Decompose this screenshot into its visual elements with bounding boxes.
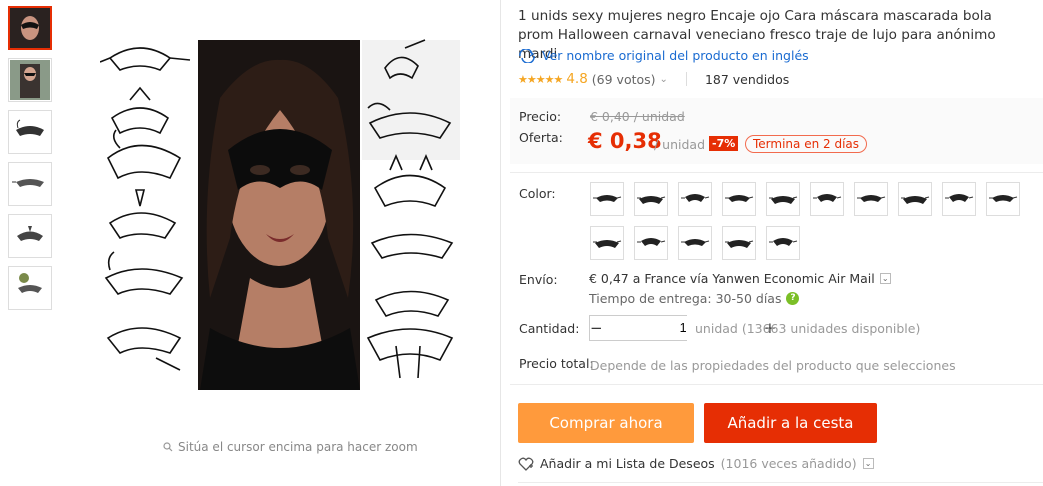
color-swatch[interactable] (678, 226, 712, 260)
wishlist-count: (1016 veces añadido) (720, 456, 857, 471)
quantity-label: Cantidad: (519, 321, 580, 336)
rating-value: 4.8 (566, 71, 588, 87)
color-swatch[interactable] (634, 182, 668, 216)
translate-icon (519, 48, 535, 63)
wishlist-text[interactable]: Añadir a mi Lista de Deseos (540, 456, 715, 471)
divider (510, 384, 1043, 385)
color-swatch[interactable] (678, 182, 712, 216)
color-swatch[interactable] (810, 182, 844, 216)
quantity-available: unidad (13663 unidades disponible) (695, 321, 921, 336)
color-swatch[interactable] (766, 182, 800, 216)
price-label: Precio: (519, 109, 562, 124)
total-value: Depende de las propiedades del producto … (590, 358, 956, 373)
column-divider (500, 0, 501, 486)
delivery-time: Tiempo de entrega: 30-50 días ? (589, 291, 800, 306)
decrease-button[interactable]: − (590, 316, 603, 340)
quantity-stepper: − + (589, 315, 776, 341)
color-swatch[interactable] (590, 182, 624, 216)
color-swatch[interactable] (766, 226, 800, 260)
thumbnail[interactable] (8, 110, 52, 154)
buy-now-button[interactable]: Comprar ahora (518, 403, 694, 443)
wishlist-link[interactable]: Añadir a mi Lista de Deseos (1016 veces … (518, 456, 874, 471)
offer-price: € 0,38 (588, 129, 662, 153)
old-price: € 0,40 / unidad (590, 109, 685, 124)
shipping-text: € 0,47 a France vía Yanwen Economic Air … (589, 271, 875, 286)
chevron-down-icon[interactable]: ⌄ (879, 273, 891, 284)
total-label: Precio total: (519, 356, 594, 371)
main-product-image[interactable] (99, 38, 460, 390)
color-swatch[interactable] (854, 182, 888, 216)
zoom-hint-text: Sitúa el cursor encima para hacer zoom (178, 440, 418, 454)
chevron-down-icon[interactable]: ⌄ (660, 74, 668, 85)
color-label: Color: (519, 186, 556, 201)
chevron-down-icon[interactable]: ⌄ (862, 458, 874, 469)
shipping-label: Envío: (519, 272, 558, 287)
color-swatch[interactable] (898, 182, 932, 216)
price-unit: / unidad (654, 137, 706, 152)
rating-row: ★★★★★ 4.8 (69 votos) ⌄ 187 vendidos (518, 71, 789, 87)
heart-icon (518, 457, 534, 471)
shipping-info: € 0,47 a France vía Yanwen Economic Air … (589, 271, 891, 286)
color-swatch[interactable] (986, 182, 1020, 216)
thumbnail[interactable] (8, 6, 52, 50)
magnifier-icon (163, 442, 173, 452)
thumbnail[interactable] (8, 214, 52, 258)
thumbnail[interactable] (8, 58, 52, 102)
color-swatch[interactable] (722, 226, 756, 260)
thumbnail[interactable] (8, 266, 52, 310)
original-name-link-text[interactable]: Ver nombre original del producto en ingl… (542, 48, 809, 63)
help-icon[interactable]: ? (786, 292, 800, 305)
color-swatch[interactable] (942, 182, 976, 216)
offer-ends-badge: Termina en 2 días (745, 135, 868, 153)
votes-count[interactable]: (69 votos) (592, 72, 656, 87)
divider (518, 482, 1043, 483)
thumbnail-list (8, 6, 54, 318)
add-to-cart-button[interactable]: Añadir a la cesta (704, 403, 877, 443)
zoom-hint: Sitúa el cursor encima para hacer zoom (163, 440, 418, 454)
delivery-text: Tiempo de entrega: 30-50 días (589, 291, 782, 306)
original-name-link[interactable]: Ver nombre original del producto en ingl… (518, 48, 809, 63)
color-swatch[interactable] (722, 182, 756, 216)
divider (510, 172, 1043, 173)
color-swatch[interactable] (590, 226, 624, 260)
color-swatch[interactable] (634, 226, 668, 260)
color-swatches (590, 182, 1030, 260)
thumbnail[interactable] (8, 162, 52, 206)
offer-label: Oferta: (519, 130, 563, 145)
discount-badge: -7% (709, 136, 739, 151)
sold-count: 187 vendidos (704, 71, 790, 87)
rating-stars: ★★★★★ (518, 72, 563, 86)
separator (685, 72, 687, 86)
